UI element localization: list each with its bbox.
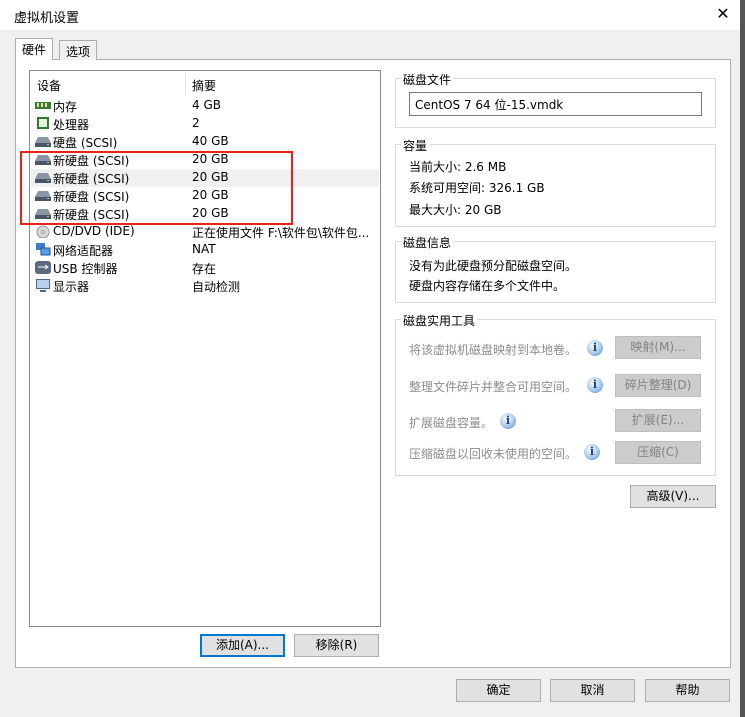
device-name: 内存 — [53, 100, 78, 114]
map-button[interactable]: 映射(M)... — [615, 336, 701, 359]
monitor-icon — [35, 279, 51, 292]
current-size: 当前大小: 2.6 MB — [409, 160, 507, 174]
available-space: 系统可用空间: 326.1 GB — [409, 181, 545, 195]
device-summary: NAT — [192, 242, 216, 256]
tab-hardware[interactable]: 硬件 — [15, 38, 54, 60]
device-row[interactable]: 处理器 2 — [31, 115, 379, 133]
defrag-text: 整理文件碎片并整合可用空间。 — [409, 380, 578, 394]
close-icon[interactable]: ✕ — [712, 4, 734, 23]
window-title: 虚拟机设置 — [14, 11, 80, 26]
device-name: 网络适配器 — [53, 244, 114, 258]
advanced-button[interactable]: 高级(V)... — [630, 485, 716, 508]
device-name: CD/DVD (IDE) — [53, 224, 135, 238]
device-summary: 4 GB — [192, 98, 221, 112]
device-summary: 自动检测 — [192, 280, 241, 294]
disk-info-line: 没有为此硬盘预分配磁盘空间。 — [409, 259, 578, 273]
disk-info-label: 磁盘信息 — [401, 234, 454, 251]
device-name: 显示器 — [53, 280, 90, 294]
device-name: 硬盘 (SCSI) — [53, 136, 118, 150]
disk-file-value: CentOS 7 64 位-15.vmdk — [415, 98, 564, 112]
disk-file-field[interactable]: CentOS 7 64 位-15.vmdk — [409, 92, 702, 116]
title-bar — [0, 0, 740, 30]
utilities-label: 磁盘实用工具 — [401, 312, 478, 329]
disk-info-line: 硬盘内容存储在多个文件中。 — [409, 279, 566, 293]
device-row[interactable]: 硬盘 (SCSI) 40 GB — [31, 133, 379, 151]
info-icon[interactable]: i — [587, 377, 603, 393]
expand-button[interactable]: 扩展(E)... — [615, 409, 701, 432]
defrag-button[interactable]: 碎片整理(D) — [615, 374, 701, 397]
memory-icon — [35, 99, 51, 112]
device-row[interactable]: USB 控制器 存在 — [31, 259, 379, 277]
device-row[interactable]: CD/DVD (IDE) 正在使用文件 F:\软件包\软件包... — [31, 223, 379, 241]
device-name: USB 控制器 — [53, 262, 118, 276]
highlight-box — [20, 151, 293, 225]
info-icon[interactable]: i — [587, 340, 603, 356]
ok-button[interactable]: 确定 — [456, 679, 541, 702]
map-text: 将该虚拟机磁盘映射到本地卷。 — [409, 343, 578, 357]
column-divider[interactable] — [185, 73, 186, 95]
device-row[interactable]: 网络适配器 NAT — [31, 241, 379, 259]
capacity-label: 容量 — [401, 137, 430, 154]
device-name: 处理器 — [53, 118, 90, 132]
remove-button[interactable]: 移除(R) — [294, 634, 379, 657]
cd-icon — [35, 225, 51, 239]
network-icon — [35, 243, 51, 256]
usb-icon — [35, 261, 51, 274]
device-row[interactable]: 显示器 自动检测 — [31, 277, 379, 295]
info-icon[interactable]: i — [584, 444, 600, 460]
tab-options[interactable]: 选项 — [59, 40, 98, 60]
window-edge — [740, 0, 745, 717]
add-button[interactable]: 添加(A)... — [200, 634, 285, 657]
device-summary: 存在 — [192, 262, 217, 276]
info-icon[interactable]: i — [500, 413, 516, 429]
expand-text: 扩展磁盘容量。 — [409, 416, 494, 430]
cancel-button[interactable]: 取消 — [550, 679, 635, 702]
help-button[interactable]: 帮助 — [645, 679, 730, 702]
device-summary: 正在使用文件 F:\软件包\软件包... — [192, 226, 370, 240]
disk-file-label: 磁盘文件 — [401, 71, 454, 88]
device-summary: 40 GB — [192, 134, 229, 148]
compact-text: 压缩磁盘以回收未使用的空间。 — [409, 447, 578, 461]
compact-button[interactable]: 压缩(C) — [615, 441, 701, 464]
cpu-icon — [35, 117, 51, 130]
max-size: 最大大小: 20 GB — [409, 203, 502, 217]
harddisk-icon — [35, 135, 51, 148]
column-header-summary[interactable]: 摘要 — [192, 77, 216, 94]
device-summary: 2 — [192, 116, 200, 130]
device-row[interactable]: 内存 4 GB — [31, 97, 379, 115]
column-header-device[interactable]: 设备 — [37, 77, 61, 94]
